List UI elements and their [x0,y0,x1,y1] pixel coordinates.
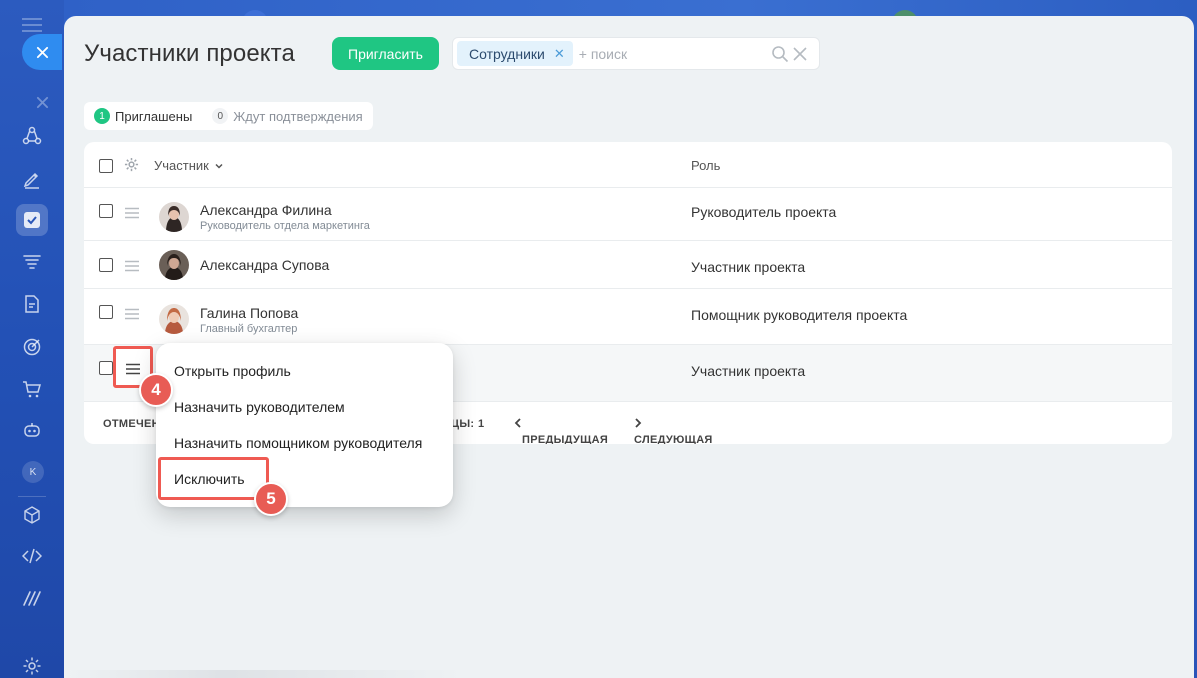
sidebar-item-settings[interactable] [16,650,48,678]
sidebar-item-market[interactable] [16,499,48,531]
cube-icon [24,506,40,524]
invite-button[interactable]: Пригласить [332,37,439,70]
avatar[interactable] [159,202,189,232]
next-page-label: СЛЕДУЮЩАЯ [634,434,713,444]
row-checkbox[interactable] [99,361,113,375]
sidebar-item-tasks[interactable] [16,204,48,236]
member-role: Участник проекта [691,363,806,379]
close-icon [36,96,48,108]
sidebar-item-documents[interactable] [16,288,48,320]
sidebar-item-groups[interactable] [16,120,48,152]
row-checkbox[interactable] [99,258,113,272]
close-slider-button-secondary[interactable] [22,84,62,120]
sidebar-item-crm[interactable] [16,247,48,279]
menu-item-open-profile[interactable]: Открыть профиль [174,363,291,379]
prev-page-button[interactable]: ПРЕДЫДУЩАЯ [514,418,608,444]
search-filter[interactable]: Сотрудники ✕ [452,37,820,70]
close-slider-button[interactable] [22,34,62,70]
member-position: Руководитель отдела маркетинга [200,220,370,232]
menu-item-assign-assistant[interactable]: Назначить помощником руководителя [174,435,422,451]
sidebar-item-sites[interactable] [16,582,48,614]
tab-count-badge: 0 [212,108,229,124]
page-number: 1 [478,418,485,430]
tab-count-badge: 1 [94,108,110,124]
tab-label: Ждут подтверждения [233,108,363,124]
avatar[interactable] [159,250,189,280]
code-icon [22,548,42,564]
member-name[interactable]: Александра Филина [200,202,332,218]
selected-count-label: ОТМЕЧЕН [103,418,160,430]
next-page-button[interactable]: СЛЕДУЮЩАЯ [634,418,712,444]
document-edit-icon [25,295,39,313]
row-checkbox[interactable] [99,204,113,218]
page-title: Участники проекта [84,40,295,67]
step-badge-4: 4 [139,373,173,407]
exclude-item-highlight [158,457,269,500]
sidebar-user-avatar[interactable]: K [22,461,44,483]
row-menu-icon[interactable] [124,207,140,219]
close-icon [36,46,48,58]
sidebar-item-developer[interactable] [16,540,48,572]
tab-label: Приглашены [115,108,193,124]
table-header: Участник Роль [84,142,1172,188]
cart-icon [23,381,41,398]
row-checkbox[interactable] [99,305,113,319]
groups-icon [22,126,42,145]
column-label: Участник [154,158,209,173]
sidebar-item-shop[interactable] [16,373,48,405]
funnel-icon [23,255,41,269]
search-icon[interactable] [771,45,789,63]
table-row: Александра Супова Участник проекта [84,241,1172,289]
target-icon [23,338,41,356]
filter-chip-label: Сотрудники [469,45,545,62]
prev-page-label: ПРЕДЫДУЩАЯ [522,434,609,444]
clear-search-icon[interactable] [791,45,809,63]
tab-invited[interactable]: 1 Приглашены [94,108,192,124]
member-role: Участник проекта [691,259,806,275]
chevron-left-icon [514,418,521,428]
step-badge-5: 5 [254,482,288,516]
member-name[interactable]: Александра Супова [200,257,329,273]
search-input[interactable] [578,45,759,62]
avatar[interactable] [159,304,189,334]
checkbox-icon [24,212,40,228]
member-role: Руководитель проекта [691,204,837,220]
page-label: ЦЫ: [451,418,475,430]
chevron-down-icon [215,163,223,169]
status-tabs: 1 Приглашены 0 Ждут подтверждения [84,102,373,130]
bottom-shadow [64,670,464,678]
gear-icon[interactable] [124,157,139,172]
row-menu-icon[interactable] [124,308,140,320]
member-role: Помощник руководителя проекта [691,307,908,323]
member-position: Главный бухгалтер [200,323,298,335]
column-header-role: Роль [691,158,721,173]
row-menu-icon [126,363,140,375]
table-row: Галина Попова Главный бухгалтер Помощник… [84,289,1172,345]
column-header-member[interactable]: Участник [154,158,224,173]
left-sidebar: K [0,0,64,678]
filter-chip-employees[interactable]: Сотрудники ✕ [457,41,573,66]
pen-icon [23,172,39,189]
chevron-right-icon [635,418,642,428]
select-all-checkbox[interactable] [99,159,113,173]
sidebar-divider [18,496,46,497]
member-name[interactable]: Галина Попова [200,305,298,321]
remove-chip-icon[interactable]: ✕ [554,46,565,62]
tab-awaiting-confirmation[interactable]: 0 Ждут подтверждения [212,108,363,124]
menu-item-assign-manager[interactable]: Назначить руководителем [174,399,345,415]
robot-icon [24,423,40,437]
sidebar-item-feed[interactable] [16,163,48,195]
table-row: Александра Филина Руководитель отдела ма… [84,188,1172,241]
sidebar-item-automation[interactable] [16,414,48,446]
sidebar-item-marketing[interactable] [16,331,48,363]
row-menu-icon[interactable] [124,260,140,272]
lines-icon [23,591,41,606]
gear-icon [23,657,41,675]
